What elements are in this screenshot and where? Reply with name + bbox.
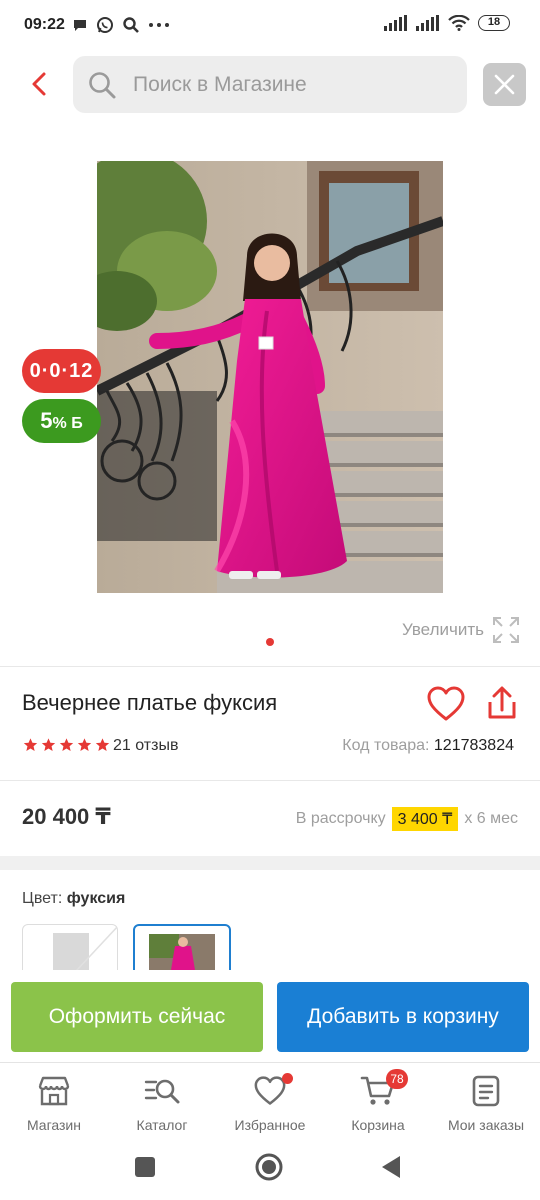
color-value: фуксия [66,890,126,907]
notification-dot [282,1073,293,1084]
action-bar: Оформить сейчас Добавить в корзину [0,970,540,1062]
bottom-navigation: Магазин Каталог Избранное 78 Корзина Мои… [0,1062,540,1140]
sku-value: 121783824 [433,737,514,754]
orders-icon [472,1075,500,1107]
rating-stars [22,737,111,753]
search-icon [89,72,116,99]
installment-term: х 6 мес [464,810,518,827]
nav-label: Избранное [234,1117,306,1133]
product-image [97,161,443,593]
more-dots-icon [149,23,169,27]
status-time: 09:22 [24,16,65,33]
nav-label: Каталог [136,1117,188,1133]
signal-icon-2 [416,15,439,31]
message-icon [74,20,86,31]
home-circle-icon[interactable] [254,1152,284,1182]
product-title: Вечернее платье фуксия [22,690,278,715]
installment-badge: 0·0·12 [22,349,101,393]
heart-icon [254,1076,286,1105]
add-to-cart-button[interactable]: Добавить в корзину [277,982,529,1052]
installment-amount: 3 400 ₸ [391,807,459,831]
cart-count-badge: 78 [386,1069,408,1089]
search-notification-icon [123,17,139,33]
buy-now-button[interactable]: Оформить сейчас [11,982,263,1052]
star-icon [59,738,74,751]
nav-item-favorites[interactable]: Избранное [216,1073,324,1133]
reviews-link[interactable]: 21 отзыв [113,737,178,755]
bonus-value: 5 [40,408,53,433]
search-placeholder: Поиск в Магазине [133,73,307,96]
sku: Код товара: 121783824 [342,737,514,755]
installment-label: В рассрочку [295,810,386,827]
installment-info[interactable]: В рассрочку 3 400 ₸ х 6 мес [296,807,518,831]
status-notifications [72,16,170,34]
star-icon [95,738,110,751]
color-label: Цвет: [22,890,63,907]
back-button[interactable] [22,66,58,102]
nav-item-catalog[interactable]: Каталог [108,1073,216,1133]
shop-icon [38,1076,70,1106]
divider [0,666,540,667]
wifi-icon [448,15,470,31]
star-icon [77,738,92,751]
gallery-page-indicator [266,638,274,646]
star-icon [23,738,38,751]
nav-item-orders[interactable]: Мои заказы [432,1073,540,1133]
catalog-search-icon [144,1079,180,1104]
chevron-left-icon [32,72,46,96]
nav-label: Корзина [351,1117,405,1133]
signal-icon [384,15,407,31]
back-triangle-icon[interactable] [380,1155,402,1179]
bonus-badge: 5% Б [22,399,101,443]
bonus-suffix: % Б [52,415,83,432]
nav-label: Мои заказы [447,1117,525,1133]
search-header: Поиск в Магазине [0,56,540,114]
nav-item-shop[interactable]: Магазин [0,1073,108,1133]
favorite-button[interactable] [427,686,465,727]
heart-icon [427,686,465,721]
nav-item-cart[interactable]: 78 Корзина [324,1069,432,1133]
star-icon [41,738,56,751]
recents-square-icon[interactable] [134,1156,156,1178]
share-button[interactable] [485,686,519,727]
color-selector-label: Цвет: фуксия [22,890,125,908]
zoom-button[interactable]: Увеличить [402,616,520,644]
whatsapp-icon [97,17,113,33]
divider [0,780,540,781]
clear-search-button[interactable] [483,63,526,106]
status-bar: 09:22 18 [0,0,540,52]
close-icon [494,74,515,95]
status-system-icons: 18 [384,15,510,31]
battery-indicator: 18 [478,15,510,31]
search-input[interactable]: Поиск в Магазине [73,56,467,113]
nav-label: Магазин [26,1117,81,1133]
section-separator [0,856,540,870]
zoom-label: Увеличить [402,620,484,639]
sku-label: Код товара: [342,737,430,754]
product-photo[interactable] [97,161,443,593]
price: 20 400 ₸ [22,804,111,829]
share-icon [488,686,516,719]
system-navigation-bar [0,1140,540,1200]
expand-icon [493,617,519,643]
